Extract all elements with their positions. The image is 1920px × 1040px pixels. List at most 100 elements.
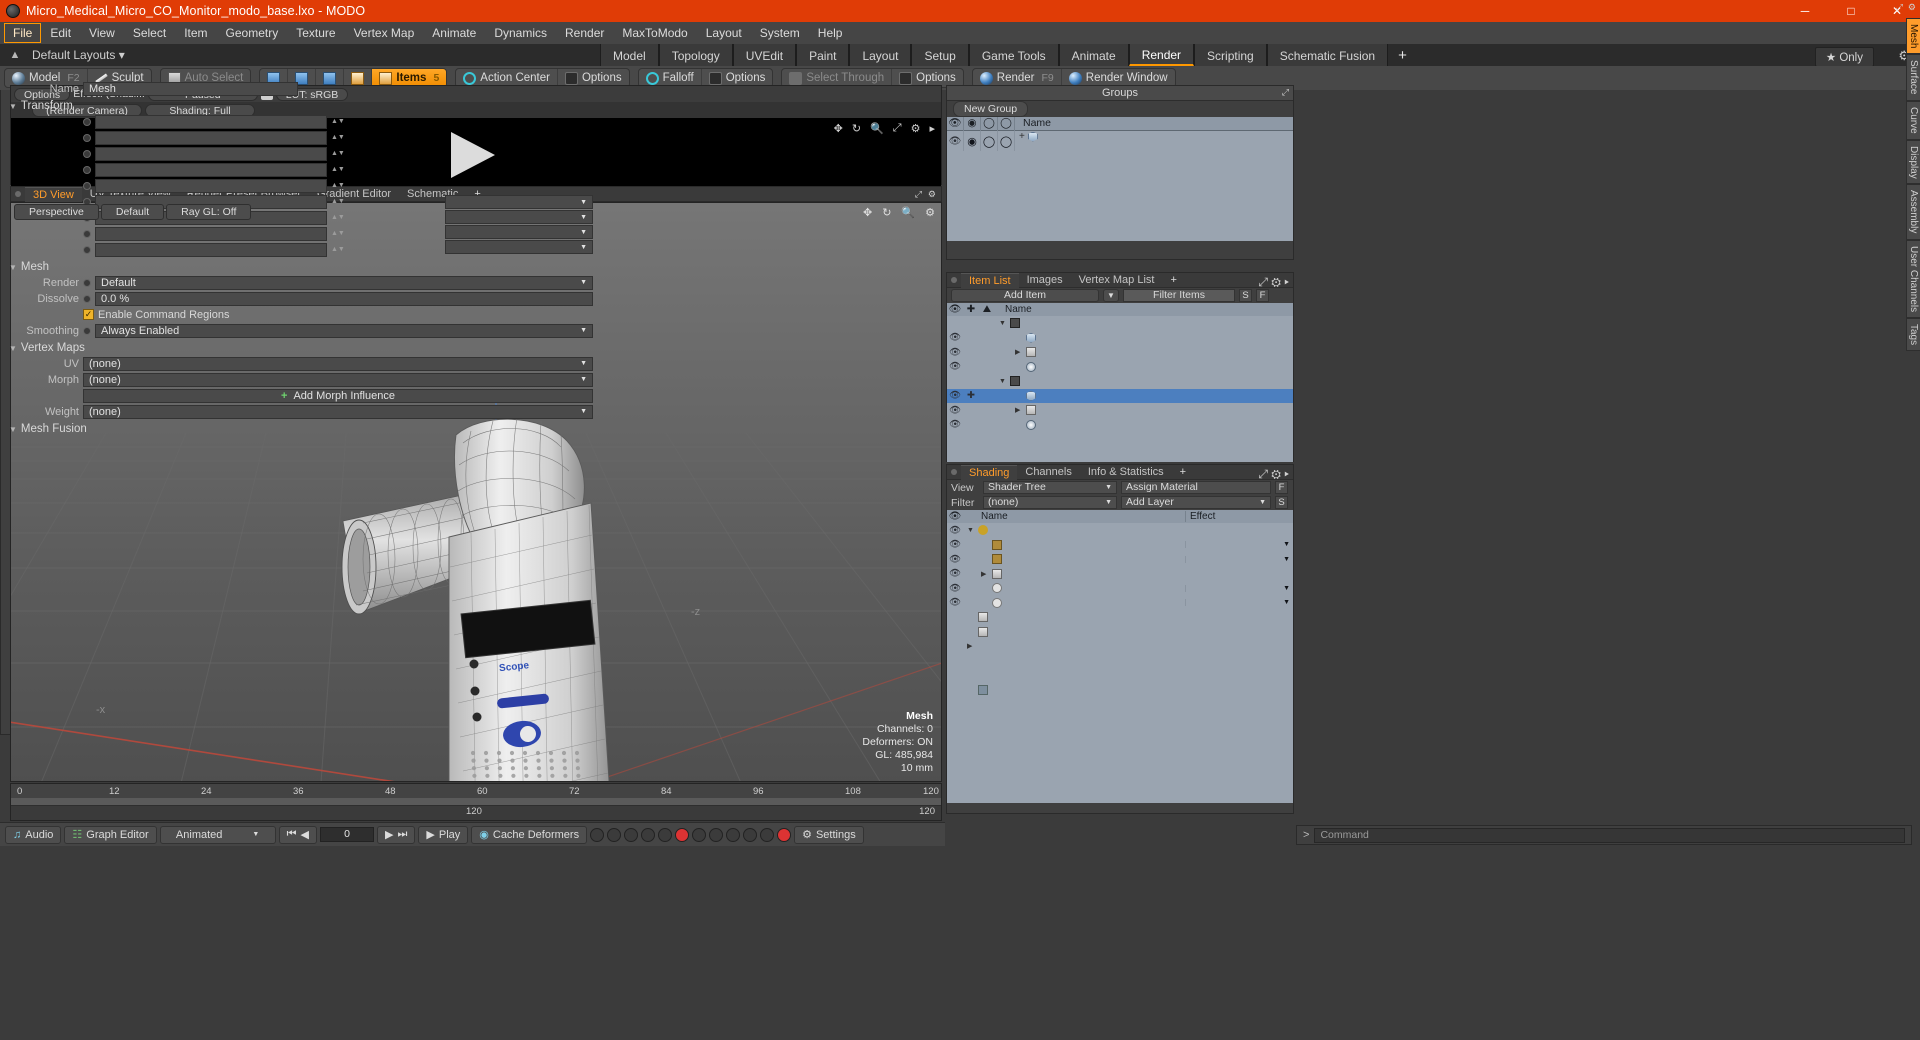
maximize-panel-icon[interactable]: ⤢ [1258,467,1268,481]
shading-row[interactable] [947,625,1293,640]
item-expander-icon[interactable]: ▶ [1015,348,1023,356]
add-item-list-tab-button[interactable]: + [1162,273,1184,287]
item-list-row[interactable]: 👁 [947,360,1293,375]
item-list-row[interactable]: 👁 [947,418,1293,433]
play-button[interactable]: ▶ Play [418,825,469,844]
add-layout-tab-button[interactable]: + [1388,44,1417,66]
cache-deformers-button[interactable]: ◉ Cache Deformers [471,825,588,844]
shading-expander-icon[interactable]: ▶ [967,642,975,650]
item-eye-icon[interactable]: 👁 [947,332,963,343]
shading-row[interactable]: 👁 ▼ [947,523,1293,538]
menu-item-file[interactable]: File [4,23,42,43]
shader-tree-dropdown[interactable]: Shader Tree ▼ [983,481,1117,494]
transform-value-field[interactable] [95,114,327,129]
properties-side-tab-tags[interactable]: Tags [1906,317,1920,352]
morph-dropdown[interactable]: (none) ▼ [83,372,593,387]
shading-row[interactable]: ▶ [947,639,1293,654]
uv-dropdown[interactable]: (none) ▼ [83,356,593,371]
menu-item-render[interactable]: Render [556,23,613,43]
item-expander-icon[interactable]: ▼ [999,378,1007,385]
gear-icon[interactable]: ⚙ [925,206,935,219]
smoothing-anim-dot[interactable] [83,326,91,335]
menu-item-system[interactable]: System [751,23,809,43]
transform-value-field[interactable] [95,178,327,193]
layout-tab-uvedit[interactable]: UVEdit [732,44,797,66]
transform-anim-dot[interactable] [83,181,91,190]
settings-button[interactable]: ⚙ Settings [794,825,864,844]
properties-side-tab-mesh[interactable]: Mesh [1906,18,1920,55]
assign-material-button[interactable]: Assign Material [1121,481,1271,494]
transform-value-field[interactable] [95,130,327,145]
filter-f-button[interactable]: F [1256,289,1269,302]
shading-filter-dropdown[interactable]: (none) ▼ [983,496,1117,509]
filter-s-button[interactable]: S [1239,289,1252,302]
audio-button[interactable]: ♫ Audio [5,825,62,844]
skip-end-icon[interactable]: ⏭ [397,828,407,841]
menu-item-animate[interactable]: Animate [423,23,485,43]
layout-tab-render[interactable]: Render [1128,44,1195,66]
layout-tab-model[interactable]: Model [600,44,659,66]
item-expander-icon[interactable]: ▶ [1015,406,1023,414]
transform-anim-dot[interactable] [83,149,91,158]
filter-items-input[interactable]: Filter Items [1123,289,1235,302]
zoom-icon[interactable]: 🔍 [901,206,915,219]
shading-eye-icon[interactable]: 👁 [947,554,963,565]
color-toggle-icon[interactable] [743,827,758,842]
shading-row[interactable] [947,668,1293,683]
stepper-icon[interactable]: ▲▼ [331,118,345,125]
gear-icon[interactable]: ⚙ [911,122,921,135]
mesh-render-dropdown[interactable]: Default ▼ [95,275,593,290]
select-icon[interactable]: ◯ [998,116,1015,131]
transport-controls[interactable]: ⏮ ◀ [278,825,318,844]
item-list-row[interactable]: ▼ [947,374,1293,389]
default-layouts-dropdown[interactable]: Default Layouts ▾ [32,48,125,62]
menu-item-view[interactable]: View [80,23,124,43]
transport-controls-2[interactable]: ▶ ⏭ [377,825,416,844]
properties-side-tab-surface[interactable]: Surface [1906,54,1920,101]
rotate-icon[interactable]: ↻ [882,206,891,219]
menu-item-select[interactable]: Select [124,23,175,43]
rotate-icon[interactable]: ↻ [852,122,861,135]
gear-icon[interactable]: ⚙ [1908,2,1916,13]
item-list-tab-item-list[interactable]: Item List [961,272,1019,288]
menu-arrow-icon[interactable]: ▸ [1284,275,1289,289]
step-forward-icon[interactable]: ▶ [385,828,393,841]
mesh-smoothing-dropdown[interactable]: Always Enabled ▼ [95,323,593,338]
section-transform[interactable]: ▼ Transform [1,97,615,114]
shading-row[interactable]: 👁 ▼ [947,538,1293,553]
menu-arrow-icon[interactable]: ▸ [1284,467,1289,481]
layout-tab-layout[interactable]: Layout [849,44,912,66]
shading-effect-cell[interactable]: ▼ [1185,555,1293,563]
frame-field[interactable]: 0 [320,827,375,842]
shading-effect-cell[interactable]: ▼ [1185,584,1293,592]
menu-item-vertex-map[interactable]: Vertex Map [345,23,424,43]
stepper-icon[interactable]: ▲▼ [331,182,345,189]
item-list-row[interactable]: ▼ [947,316,1293,331]
dissolve-anim-dot[interactable] [83,294,91,303]
group-shade-icon[interactable]: ◯ [981,131,998,151]
panel-gear-icon[interactable]: ⚙ [928,189,936,200]
shading-eye-icon[interactable]: 👁 [947,539,963,550]
properties-side-tab-curve[interactable]: Curve [1906,100,1920,140]
transform-anim-dot[interactable] [83,165,91,174]
layout-tab-schematic-fusion[interactable]: Schematic Fusion [1266,44,1389,66]
layout-tab-setup[interactable]: Setup [911,44,969,66]
item-list-row[interactable]: 👁 ✚ [947,388,1293,403]
stepper-icon[interactable]: ▲▼ [331,150,345,157]
timeline-range-bar[interactable] [11,798,941,805]
stepper-icon[interactable]: ▲▼ [331,246,345,253]
axis-icon[interactable]: ⛰ [979,304,995,315]
section-mesh[interactable]: ▼ Mesh [1,258,615,275]
home-icon[interactable]: ▲ [6,49,24,61]
fit-icon[interactable]: ⤢ [893,122,902,135]
layout-tab-paint[interactable]: Paint [796,44,850,66]
item-list-tab-images[interactable]: Images [1019,273,1071,287]
shading-tab-channels[interactable]: Channels [1017,465,1079,479]
gear-icon[interactable]: ⚙ [1271,467,1281,481]
record-icon[interactable] [675,827,690,842]
shading-eye-icon[interactable]: 👁 [947,568,963,579]
shading-expander-icon[interactable]: ▼ [967,527,975,534]
delete-key-icon[interactable] [777,827,792,842]
shading-row[interactable]: 👁 ▼ [947,596,1293,611]
key-add-icon[interactable] [692,827,707,842]
